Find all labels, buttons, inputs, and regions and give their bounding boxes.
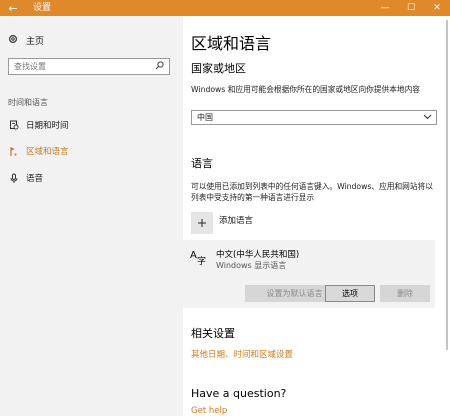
minimize-icon: —: [380, 3, 390, 13]
sidebar-item-label: 主页: [26, 36, 45, 47]
language-list-item[interactable]: A 字 中文(中华人民共和国) Windows 显示语言 设置为默认语言 选项 …: [183, 240, 435, 308]
search-box[interactable]: [8, 58, 170, 75]
country-description: Windows 和应用可能会根据你所在的国家或地区向你提供本地内容: [191, 85, 420, 94]
section-label: 时间和语言: [8, 98, 48, 107]
sidebar-item-region-language[interactable]: 区域和语言: [8, 144, 69, 158]
country-select[interactable]: 中国: [191, 110, 437, 125]
scrollbar[interactable]: [446, 20, 448, 350]
chevron-down-icon: [423, 112, 432, 124]
region-language-icon: [8, 146, 20, 157]
title-bar: ← 设置 — ☐ ✕: [0, 0, 450, 16]
language-icon: A 字: [189, 248, 207, 267]
microphone-icon: [8, 173, 20, 184]
additional-settings-link[interactable]: 其他日期、时间和区域设置: [191, 348, 293, 360]
options-button[interactable]: 选项: [325, 285, 375, 302]
minimize-button[interactable]: —: [372, 0, 398, 16]
language-description: 可以使用已添加到列表中的任何语言键入。Windows、应用和网站将以列表中受支持…: [191, 182, 433, 202]
sidebar-item-home[interactable]: 主页: [8, 33, 44, 47]
back-arrow-icon: ←: [8, 1, 18, 15]
back-button[interactable]: ←: [0, 0, 26, 16]
country-heading: 国家或地区: [191, 62, 246, 75]
calendar-clock-icon: [8, 120, 20, 130]
sidebar: 主页 时间和语言 日期和时间 区域和语言 语音: [0, 16, 183, 416]
sidebar-item-date-time[interactable]: 日期和时间: [8, 118, 69, 132]
language-subtitle: Windows 显示语言: [216, 261, 287, 270]
maximize-icon: ☐: [406, 3, 416, 13]
language-name: 中文(中华人民共和国): [216, 250, 300, 260]
add-language-button[interactable]: 添加语言: [191, 212, 253, 234]
get-help-link[interactable]: Get help: [191, 406, 227, 416]
sidebar-item-label: 日期和时间: [26, 121, 69, 131]
sidebar-item-speech[interactable]: 语音: [8, 171, 43, 185]
remove-button[interactable]: 删除: [380, 285, 430, 302]
svg-text:字: 字: [197, 255, 206, 266]
close-icon: ✕: [433, 3, 441, 13]
sidebar-item-label: 语音: [26, 174, 44, 184]
plus-icon: [191, 212, 213, 234]
sidebar-item-label: 区域和语言: [26, 147, 69, 157]
language-heading: 语言: [191, 157, 213, 170]
search-icon: [155, 61, 164, 73]
main-content: 区域和语言 国家或地区 Windows 和应用可能会根据你所在的国家或地区向你提…: [183, 16, 450, 416]
search-input[interactable]: [9, 62, 149, 71]
svg-text:A: A: [190, 250, 197, 261]
window-title: 设置: [33, 3, 52, 13]
maximize-button[interactable]: ☐: [398, 0, 424, 16]
country-select-value: 中国: [197, 113, 213, 122]
add-language-label: 添加语言: [219, 216, 254, 226]
related-settings-heading: 相关设置: [191, 327, 235, 340]
gear-icon: [8, 34, 20, 47]
question-heading: Have a question?: [191, 387, 287, 400]
close-button[interactable]: ✕: [424, 0, 450, 16]
page-title: 区域和语言: [191, 34, 272, 53]
